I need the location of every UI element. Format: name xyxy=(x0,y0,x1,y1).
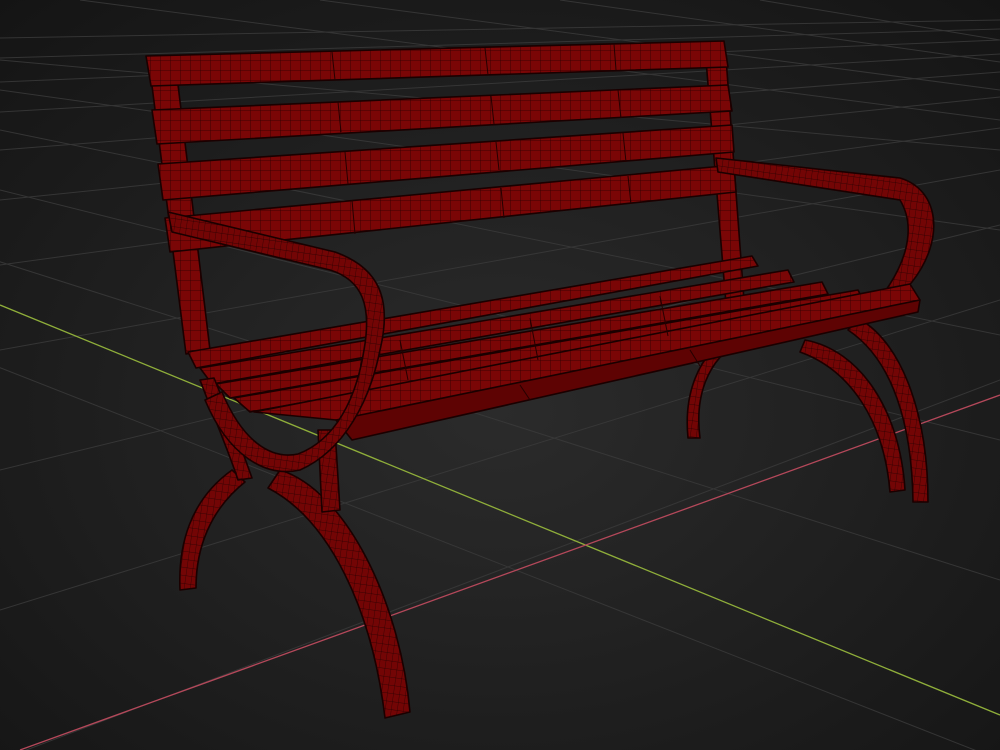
viewport-canvas[interactable] xyxy=(0,0,1000,750)
3d-viewport[interactable] xyxy=(0,0,1000,750)
